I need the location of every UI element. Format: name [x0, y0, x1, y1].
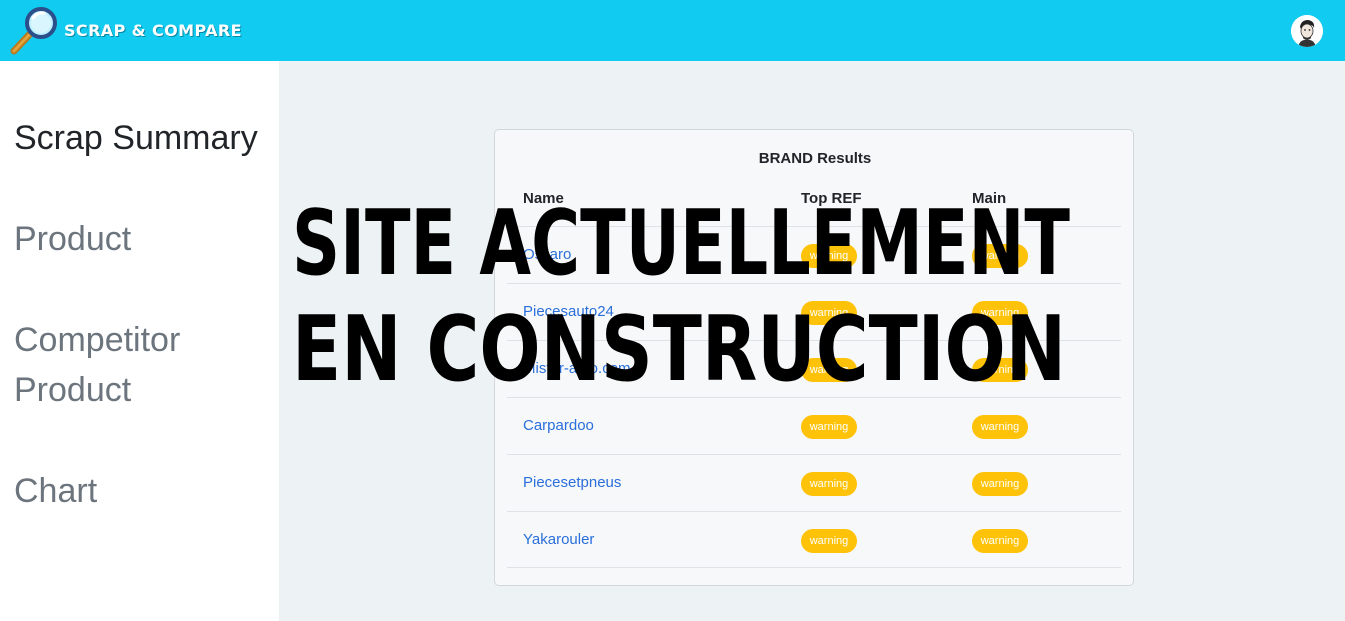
column-header-top-ref: Top REF [801, 190, 862, 207]
main-status-badge: warning [972, 244, 1028, 268]
row-name-link[interactable]: Carpardoo [523, 417, 594, 434]
table-row: Yakarouler warning warning [507, 511, 1121, 568]
top-ref-status-badge: warning [801, 415, 857, 439]
top-ref-status-badge: warning [801, 244, 857, 268]
top-ref-status-badge: warning [801, 529, 857, 553]
brand-results-card: BRAND Results Name Top REF Main Oscaro w… [494, 129, 1134, 586]
table-row: Piecesetpneus warning warning [507, 454, 1121, 511]
table-row: Mister-auto.com warning warning [507, 340, 1121, 397]
sidebar-item-product[interactable]: Product [14, 214, 131, 264]
app-brand-title[interactable]: SCRAP & COMPARE [64, 21, 242, 40]
column-header-name: Name [523, 190, 564, 207]
main-status-badge: warning [972, 301, 1028, 325]
row-name-link[interactable]: Mister-auto.com [523, 360, 631, 377]
sidebar-item-scrap-summary[interactable]: Scrap Summary [14, 113, 258, 163]
column-header-main: Main [972, 190, 1007, 207]
row-name-link[interactable]: Piecesauto24 [523, 303, 614, 320]
sidebar-item-competitor-product[interactable]: Competitor Product [14, 315, 214, 415]
row-name-link[interactable]: Yakarouler [523, 531, 594, 548]
top-ref-status-badge: warning [801, 301, 857, 325]
magnifier-icon[interactable] [9, 6, 61, 56]
user-avatar-icon[interactable] [1291, 15, 1323, 47]
main-status-badge: warning [972, 529, 1028, 553]
top-navbar: SCRAP & COMPARE [0, 0, 1345, 61]
row-name-link[interactable]: Oscaro [523, 246, 571, 263]
card-title: BRAND Results [758, 150, 872, 167]
main-status-badge: warning [972, 472, 1028, 496]
top-ref-status-badge: warning [801, 472, 857, 496]
row-name-link[interactable]: Piecesetpneus [523, 474, 621, 491]
sidebar: Scrap Summary Product Competitor Product… [0, 61, 279, 621]
sidebar-item-chart[interactable]: Chart [14, 466, 97, 516]
top-ref-status-badge: warning [801, 358, 857, 382]
main-status-badge: warning [972, 358, 1028, 382]
table-row: Oscaro warning warning [507, 226, 1121, 283]
main-status-badge: warning [972, 415, 1028, 439]
table-row: Piecesauto24 warning warning [507, 283, 1121, 340]
table-row: Carpardoo warning warning [507, 397, 1121, 454]
